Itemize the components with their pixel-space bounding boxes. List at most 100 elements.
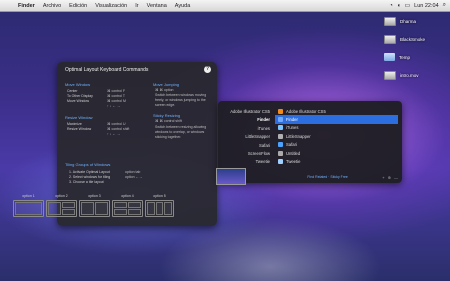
littlesnapper-icon <box>278 133 283 139</box>
desktop-item-label: Dharma <box>400 18 417 24</box>
desktop-item[interactable]: Temp <box>384 48 444 66</box>
finder-icon <box>278 117 283 123</box>
tile-option-label: option 1 <box>22 194 35 198</box>
target-icon[interactable]: ⊕ <box>388 175 391 180</box>
app-list-item[interactable]: Safari <box>222 142 270 150</box>
tile-option[interactable]: option 2 <box>46 194 77 218</box>
command-shortcut: ⌘ ⌘ option <box>155 88 174 92</box>
tile-option-label: option 4 <box>121 194 134 198</box>
menu-bar: Finder Archivo Edición Visualización Ir … <box>0 0 450 12</box>
footer-text: Find Related · Sticky Free <box>307 175 348 179</box>
tile-layout-options: option 1 option 2 option 3 option 4 opti… <box>13 194 174 218</box>
menu-edicion[interactable]: Edición <box>65 3 91 9</box>
window-row[interactable]: Safari <box>275 141 398 149</box>
sticky-resizing-shortcut: ⌘ ⌘ control shift <box>155 119 182 123</box>
window-title: Untitled <box>286 150 301 156</box>
tile-option[interactable]: option 5 <box>145 194 174 218</box>
step-shortcut: option tab <box>125 170 141 174</box>
safari-icon <box>278 142 283 148</box>
add-icon[interactable]: + <box>382 175 384 180</box>
app-list-item[interactable]: ScreenFlow <box>222 150 270 158</box>
move-window-heading: Move Window <box>65 82 91 87</box>
desktop-item-label: BlackSmoke <box>400 36 426 42</box>
menu-archivo[interactable]: Archivo <box>39 3 65 9</box>
switcher-footer: Find Related · Sticky Free + ⊕ — <box>273 174 398 180</box>
sticky-resizing-desc: Switch between resizing allowing windows… <box>155 125 207 139</box>
tile-option-label: option 2 <box>55 194 68 198</box>
command-row: To Other Display ⌘ control T <box>67 94 125 98</box>
tile-option[interactable]: option 1 <box>13 194 44 218</box>
app-list-item[interactable]: iTunes <box>222 125 270 133</box>
minus-icon[interactable]: — <box>394 175 398 180</box>
volume-icon[interactable]: ◖ <box>397 3 401 9</box>
window-title: Adobe Illustrator CS5 <box>286 108 326 114</box>
tiling-heading: Tiling Groups of Windows <box>65 162 111 167</box>
desktop-item[interactable]: BlackSmoke <box>384 30 444 48</box>
window-row[interactable]: Tweetie <box>275 157 398 165</box>
move-jumping-shortcut: ⌘ ⌘ option <box>155 88 173 92</box>
desktop-item-label: intro.mov <box>400 72 419 78</box>
command-label: To Other Display <box>67 94 93 98</box>
command-row: Maximize ⌘ control U <box>67 122 125 126</box>
command-label <box>67 132 107 136</box>
itunes-icon <box>278 125 283 131</box>
app-list-item[interactable]: Finder <box>222 116 270 124</box>
tiling-step: 1. Activate Optimal Layout option tab <box>69 170 140 174</box>
tile-option-label: option 3 <box>88 194 101 198</box>
window-title: Tweetie <box>286 159 301 165</box>
tile-option[interactable]: option 3 <box>79 194 110 218</box>
folder-icon <box>384 53 395 61</box>
window-row[interactable]: Adobe Illustrator CS5 <box>275 107 398 115</box>
command-label: Move Window <box>67 99 89 103</box>
command-shortcut: ⌘ control shift <box>107 127 130 131</box>
tiling-step: 2. Select windows for tiling option ←→ <box>69 175 143 179</box>
spotlight-icon[interactable]: ⌕ <box>443 2 446 9</box>
command-row: Resize Window ⌘ control shift <box>67 127 129 131</box>
clock[interactable]: Lun 22:04 <box>414 3 438 9</box>
step-label: 2. Select windows for tiling <box>69 175 111 179</box>
screenflow-icon <box>278 150 283 156</box>
footer-buttons: + ⊕ — <box>382 175 398 180</box>
help-icon[interactable]: ? <box>204 66 211 73</box>
desktop-item[interactable]: Dharma <box>384 12 444 30</box>
command-row: ↑ ↓ ← → <box>67 104 120 108</box>
move-jumping-desc: Switch between windows moving freely, or… <box>155 93 207 107</box>
desktop-item[interactable]: intro.mov <box>384 66 444 84</box>
drive-icon <box>384 16 396 26</box>
menu-ir[interactable]: Ir <box>131 3 142 9</box>
tile-preview <box>46 200 77 217</box>
move-jumping-heading: Move Jumping <box>153 82 180 87</box>
app-list-item[interactable]: Adobe Illustrator CS5 <box>222 108 270 116</box>
tile-option[interactable]: option 4 <box>112 194 143 218</box>
battery-icon[interactable]: ▭ <box>404 2 410 9</box>
window-preview-thumbnail[interactable] <box>216 168 246 185</box>
app-list-item[interactable]: Tweetie <box>222 158 270 166</box>
window-title: LittleSnapper <box>286 133 311 139</box>
app-list-item[interactable]: LittleSnapper <box>222 133 270 141</box>
menu-ventana[interactable]: Ventana <box>143 3 171 9</box>
tile-preview <box>112 200 143 217</box>
window-row[interactable]: LittleSnapper <box>275 132 398 140</box>
command-shortcut: ↑ ↓ ← → <box>107 104 121 108</box>
step-label: 1. Activate Optimal Layout <box>69 170 110 174</box>
menu-finder[interactable]: Finder <box>14 3 39 9</box>
desktop-icons: Dharma BlackSmoke Temp intro.mov <box>384 12 444 84</box>
window-row[interactable]: iTunes <box>275 124 398 132</box>
command-row: ↑ ↓ ← → <box>67 132 120 136</box>
window-row[interactable]: Finder <box>275 115 398 124</box>
command-row: Center ⌘ control F <box>67 89 125 93</box>
wifi-icon[interactable]: ◔ <box>389 3 393 9</box>
app-list: Adobe Illustrator CS5 Finder iTunes Litt… <box>222 108 270 167</box>
command-shortcut: ⌘ control F <box>107 89 126 93</box>
command-label: Resize Window <box>67 127 92 131</box>
menu-visualizacion[interactable]: Visualización <box>91 3 131 9</box>
command-shortcut: ⌘ ⌘ control shift <box>155 119 182 123</box>
command-shortcut: ⌘ control T <box>107 94 126 98</box>
menu-ayuda[interactable]: Ayuda <box>171 3 195 9</box>
window-title: Safari <box>286 142 297 148</box>
sticky-resizing-heading: Sticky Resizing <box>153 113 181 118</box>
command-label: Maximize <box>67 122 82 126</box>
window-title: iTunes <box>286 125 299 131</box>
command-row: Move Window ⌘ control M <box>67 99 126 103</box>
window-row[interactable]: Untitled <box>275 149 398 157</box>
